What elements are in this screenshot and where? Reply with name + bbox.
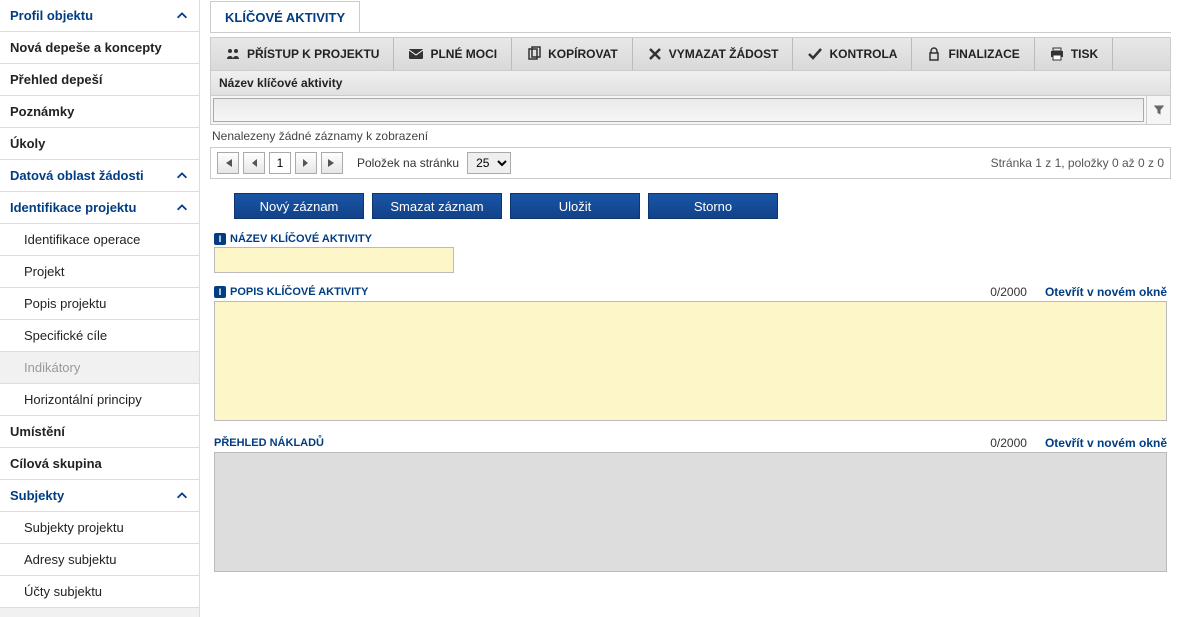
grid-header-nazev[interactable]: Název klíčové aktivity (210, 71, 1171, 96)
grid-empty-message: Nenalezeny žádné záznamy k zobrazení (210, 125, 1171, 147)
section-profil-objektu[interactable]: Profil objektu (0, 0, 199, 32)
section-datova-oblast[interactable]: Datová oblast žádosti (0, 160, 199, 192)
nav-nova-depese[interactable]: Nová depeše a koncepty (0, 32, 199, 64)
pager-items-select[interactable]: 25 (467, 152, 511, 174)
nav-prehled-depesi[interactable]: Přehled depeší (0, 64, 199, 96)
first-icon (223, 158, 233, 168)
toolbar-label: TISK (1071, 47, 1098, 61)
main-content: KLÍČOVÉ AKTIVITY PŘÍSTUP K PROJEKTU PLNÉ… (200, 0, 1181, 617)
required-icon: i (214, 233, 226, 245)
toolbar-label: PLNÉ MOCI (430, 47, 497, 61)
x-icon (647, 46, 663, 62)
chevron-up-icon (175, 201, 189, 215)
costs-textarea[interactable] (214, 452, 1167, 572)
desc-label: i POPIS KLÍČOVÉ AKTIVITY (214, 286, 368, 298)
prev-icon (250, 158, 258, 168)
toolbar: PŘÍSTUP K PROJEKTU PLNÉ MOCI KOPÍROVAT V… (210, 37, 1171, 71)
section-subjekty[interactable]: Subjekty (0, 480, 199, 512)
check-icon (807, 46, 823, 62)
required-icon: i (214, 286, 226, 298)
toolbar-pristup[interactable]: PŘÍSTUP K PROJEKTU (211, 38, 394, 70)
toolbar-tisk[interactable]: TISK (1035, 38, 1113, 70)
section-identifikace-projektu[interactable]: Identifikace projektu (0, 192, 199, 224)
cancel-button[interactable]: Storno (648, 193, 778, 219)
toolbar-finalizace[interactable]: FINALIZACE (912, 38, 1034, 70)
nav-indikatory[interactable]: Indikátory (0, 352, 199, 384)
pager-next[interactable] (295, 152, 317, 174)
tab-klicove-aktivity[interactable]: KLÍČOVÉ AKTIVITY (210, 1, 360, 33)
nav-cilova-skupina[interactable]: Cílová skupina (0, 448, 199, 480)
nav-identifikace-operace[interactable]: Identifikace operace (0, 224, 199, 256)
chevron-up-icon (175, 169, 189, 183)
costs-counter: 0/2000 (990, 436, 1027, 450)
nav-subjekty-projektu[interactable]: Subjekty projektu (0, 512, 199, 544)
form-area: i NÁZEV KLÍČOVÉ AKTIVITY i POPIS KLÍČOVÉ… (214, 233, 1167, 587)
envelope-icon (408, 46, 424, 62)
name-label: i NÁZEV KLÍČOVÉ AKTIVITY (214, 233, 372, 245)
filter-input-nazev[interactable] (213, 98, 1144, 122)
pager-page-input[interactable] (269, 152, 291, 174)
name-input[interactable] (214, 247, 454, 273)
section-label: Datová oblast žádosti (10, 168, 144, 183)
toolbar-kontrola[interactable]: KONTROLA (793, 38, 912, 70)
filter-row (210, 96, 1171, 125)
toolbar-vymazat[interactable]: VYMAZAT ŽÁDOST (633, 38, 794, 70)
nav-specificke-cile[interactable]: Specifické cíle (0, 320, 199, 352)
toolbar-plne-moci[interactable]: PLNÉ MOCI (394, 38, 512, 70)
action-buttons: Nový záznam Smazat záznam Uložit Storno (234, 193, 1171, 219)
toolbar-label: PŘÍSTUP K PROJEKTU (247, 47, 379, 61)
nav-adresy-subjektu[interactable]: Adresy subjektu (0, 544, 199, 576)
pager-last[interactable] (321, 152, 343, 174)
desc-counter: 0/2000 (990, 285, 1027, 299)
nav-popis-projektu[interactable]: Popis projektu (0, 288, 199, 320)
delete-button[interactable]: Smazat záznam (372, 193, 502, 219)
lock-icon (926, 46, 942, 62)
pager-items-label: Položek na stránku (357, 156, 459, 170)
desc-open-new-window[interactable]: Otevřít v novém okně (1045, 285, 1167, 299)
section-label: Subjekty (10, 488, 64, 503)
nav-ukoly[interactable]: Úkoly (0, 128, 199, 160)
save-button[interactable]: Uložit (510, 193, 640, 219)
new-button[interactable]: Nový záznam (234, 193, 364, 219)
pager-first[interactable] (217, 152, 239, 174)
people-icon (225, 46, 241, 62)
copy-icon (526, 46, 542, 62)
toolbar-label: VYMAZAT ŽÁDOST (669, 47, 779, 61)
nav-horizontalni-principy[interactable]: Horizontální principy (0, 384, 199, 416)
pager-summary: Stránka 1 z 1, položky 0 až 0 z 0 (991, 156, 1164, 170)
print-icon (1049, 46, 1065, 62)
costs-label: PŘEHLED NÁKLADŮ (214, 437, 324, 449)
last-icon (327, 158, 337, 168)
next-icon (302, 158, 310, 168)
chevron-up-icon (175, 9, 189, 23)
costs-open-new-window[interactable]: Otevřít v novém okně (1045, 436, 1167, 450)
tabs: KLÍČOVÉ AKTIVITY (210, 0, 1171, 33)
filter-icon (1153, 104, 1165, 116)
nav-projekt[interactable]: Projekt (0, 256, 199, 288)
toolbar-label: KONTROLA (829, 47, 897, 61)
sidebar: Profil objektu Nová depeše a koncepty Př… (0, 0, 200, 617)
chevron-up-icon (175, 489, 189, 503)
nav-ucty-subjektu[interactable]: Účty subjektu (0, 576, 199, 608)
toolbar-label: FINALIZACE (948, 47, 1019, 61)
nav-poznamky[interactable]: Poznámky (0, 96, 199, 128)
section-label: Identifikace projektu (10, 200, 136, 215)
toolbar-label: KOPÍROVAT (548, 47, 618, 61)
pager: Položek na stránku 25 Stránka 1 z 1, pol… (210, 147, 1171, 179)
filter-button[interactable] (1146, 96, 1170, 124)
nav-umisteni[interactable]: Umístění (0, 416, 199, 448)
desc-textarea[interactable] (214, 301, 1167, 421)
nav-verejna-podpora[interactable]: Veřejná podpora (0, 608, 199, 617)
pager-prev[interactable] (243, 152, 265, 174)
section-label: Profil objektu (10, 8, 93, 23)
toolbar-kopirovat[interactable]: KOPÍROVAT (512, 38, 633, 70)
